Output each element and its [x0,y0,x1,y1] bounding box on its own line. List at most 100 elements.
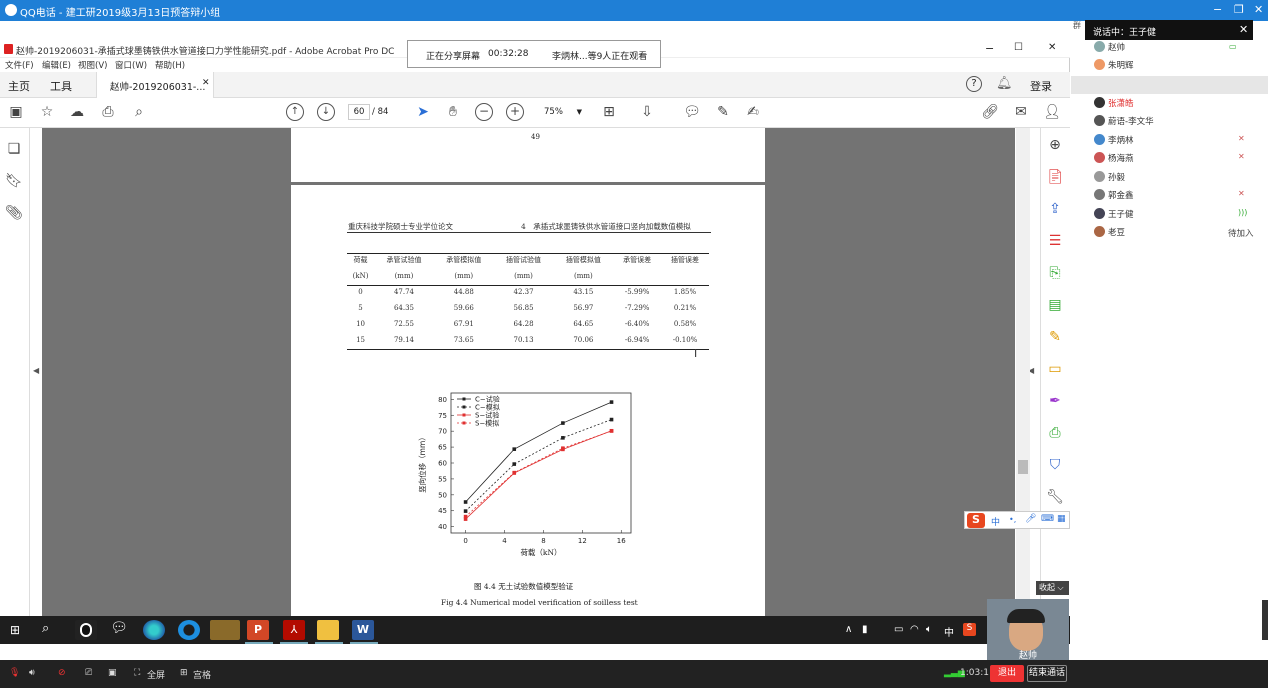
fullscreen-icon[interactable]: ⛶ [134,668,140,678]
member-item[interactable]: 朱明辉 [1094,56,1262,74]
add-user-icon[interactable]: 👤︎ [1043,103,1061,121]
member-item[interactable]: 蔚语-李文华 [1094,112,1262,130]
close-icon[interactable]: ✕ [1254,3,1263,16]
speaker-icon[interactable]: 🔊︎ [29,668,35,678]
chat-icon[interactable]: ▣ [108,668,117,678]
signin-link[interactable]: 登录 [1030,78,1052,94]
windows-start-icon[interactable]: ⊞ [10,624,22,636]
close-icon[interactable]: ✕ [1048,42,1056,53]
fill-sign-icon[interactable]: ✎ [1046,328,1064,346]
usb-icon[interactable]: ▮ [862,624,868,635]
wifi-icon[interactable]: ◠ [910,624,919,635]
end-call-button[interactable]: 结束通话 [1027,665,1067,682]
tab-tools[interactable]: 工具 [50,78,72,94]
zoom-select[interactable]: 75% ▼ [536,104,586,120]
zoom-in-icon[interactable]: + [506,103,524,121]
scrollbar[interactable] [1016,128,1030,616]
gallery-icon[interactable]: ⊞ [180,668,188,678]
powerpoint-icon[interactable]: P [247,620,269,640]
search-icon[interactable]: ⌕ [42,621,49,636]
scrollbar-thumb[interactable] [1018,460,1028,474]
select-cursor-icon[interactable]: ➤ [414,103,432,121]
save-icon[interactable]: ▣ [7,103,25,121]
page-number-input[interactable]: 60 [348,104,370,120]
minimize-icon[interactable]: − [1213,3,1222,16]
create-pdf-icon[interactable]: 📄︎ [1046,168,1064,186]
bookmark-star-icon[interactable]: ☆ [38,103,56,121]
wechat-icon[interactable]: 💬︎ [108,620,130,640]
link-icon[interactable]: 🔗︎ [981,103,999,121]
bell-icon[interactable]: 🔔︎ [996,76,1013,91]
keyboard-icon[interactable]: ⌨ [1041,514,1054,524]
prev-page-icon[interactable]: ↑ [286,103,304,121]
scroll-mode-icon[interactable]: ⇩ [638,103,656,121]
export-pdf-icon[interactable]: ⇪ [1046,200,1064,218]
upload-cloud-icon[interactable]: ☁ [68,103,86,121]
browser-icon[interactable] [178,620,200,640]
restore-icon[interactable]: ❐ [1234,3,1244,16]
bookmarks-icon[interactable]: 🔖︎ [5,172,23,190]
acrobat-icon[interactable]: ⅄ [283,620,305,640]
edit-pdf-icon[interactable]: ☰ [1046,232,1064,250]
ime-indicator[interactable]: 中 [944,624,954,639]
member-item[interactable]: 李炳林 [1094,131,1262,149]
pen-icon[interactable]: ✎ [714,103,732,121]
share-screen-icon[interactable]: ⎚ [85,668,92,678]
tray-chevron-icon[interactable]: ∧ [845,624,852,635]
speaker-icon[interactable]: 🔈︎ [926,624,932,635]
punctuation-icon[interactable]: •, [1009,515,1016,524]
organize-icon[interactable]: ▤ [1046,296,1064,314]
close-icon[interactable]: ✕ [1239,23,1248,36]
camera-off-icon[interactable]: ⊘ [58,668,66,678]
send-sign-icon[interactable]: ✒ [1046,392,1064,410]
gallery-label[interactable]: 宫格 [193,668,211,681]
comment-icon[interactable]: 💬︎ [683,103,701,121]
menu-view[interactable]: 视图(V) [78,59,107,71]
print-icon[interactable]: ⎙ [99,103,117,121]
edge-browser-icon[interactable] [143,620,165,640]
member-item[interactable]: 杨海燕 [1094,149,1262,167]
menu-window[interactable]: 窗口(W) [115,59,147,71]
battery-icon[interactable]: ▭ [894,624,903,635]
zoom-search-icon[interactable]: ⌕ [130,103,148,121]
word-icon[interactable]: W [352,620,374,640]
mic-muted-icon[interactable]: 🎙︎ [9,668,20,678]
file-explorer-icon[interactable] [317,620,339,640]
hand-icon[interactable]: ✋︎ [444,103,462,121]
member-item[interactable]: 赵帅 [1094,38,1262,56]
attachment-icon[interactable]: 📎︎ [5,204,23,222]
pages-icon[interactable]: ❏ [5,140,23,158]
zoom-icon[interactable]: ⊕ [1046,136,1064,154]
maximize-icon[interactable]: ☐ [1014,42,1023,53]
tab-document[interactable]: 赵帅-2019206031-... ✕ [96,72,214,98]
menu-edit[interactable]: 编辑(E) [42,59,71,71]
microphone-icon[interactable]: 🎤︎ [1025,514,1036,524]
tab-close-icon[interactable]: ✕ [202,78,210,88]
menu-help[interactable]: 帮助(H) [155,59,185,71]
app-icon[interactable] [210,620,240,640]
toolbox-icon[interactable]: ▦ [1057,514,1066,524]
fullscreen-label[interactable]: 全屏 [147,668,165,681]
menu-file[interactable]: 文件(F) [5,59,34,71]
more-tools-icon[interactable]: 🔧︎ [1046,488,1064,506]
tab-home[interactable]: 主页 [8,78,30,94]
member-item[interactable]: 张潇皓 [1094,94,1262,112]
zoom-out-icon[interactable]: − [475,103,493,121]
mail-icon[interactable]: ✉ [1012,103,1030,121]
collapse-button[interactable]: 收起 ⌵ [1036,581,1069,595]
sogou-tray-icon[interactable]: S [963,623,976,636]
member-item[interactable]: 孙毅 [1094,168,1262,186]
video-tile[interactable]: 赵帅 [987,599,1069,661]
combine-icon[interactable]: ⎘ [1046,264,1064,282]
leave-button[interactable]: 退出 [990,665,1024,682]
protect-shield-icon[interactable]: ⛉ [1046,456,1064,474]
qq-taskbar-icon[interactable] [75,620,97,640]
ime-toolbar[interactable]: S 中 •, 🎤︎ ⌨ ▦ [964,511,1070,529]
fit-page-icon[interactable]: ⊞ [600,103,618,121]
member-item[interactable]: 郭金鑫 [1094,186,1262,204]
member-item[interactable]: 王子健 [1094,205,1262,223]
next-page-icon[interactable]: ↓ [317,103,335,121]
print-production-icon[interactable]: ⎙ [1046,424,1064,442]
comment-tool-icon[interactable]: ▭ [1046,360,1064,378]
sign-icon[interactable]: ✍︎ [744,103,762,121]
